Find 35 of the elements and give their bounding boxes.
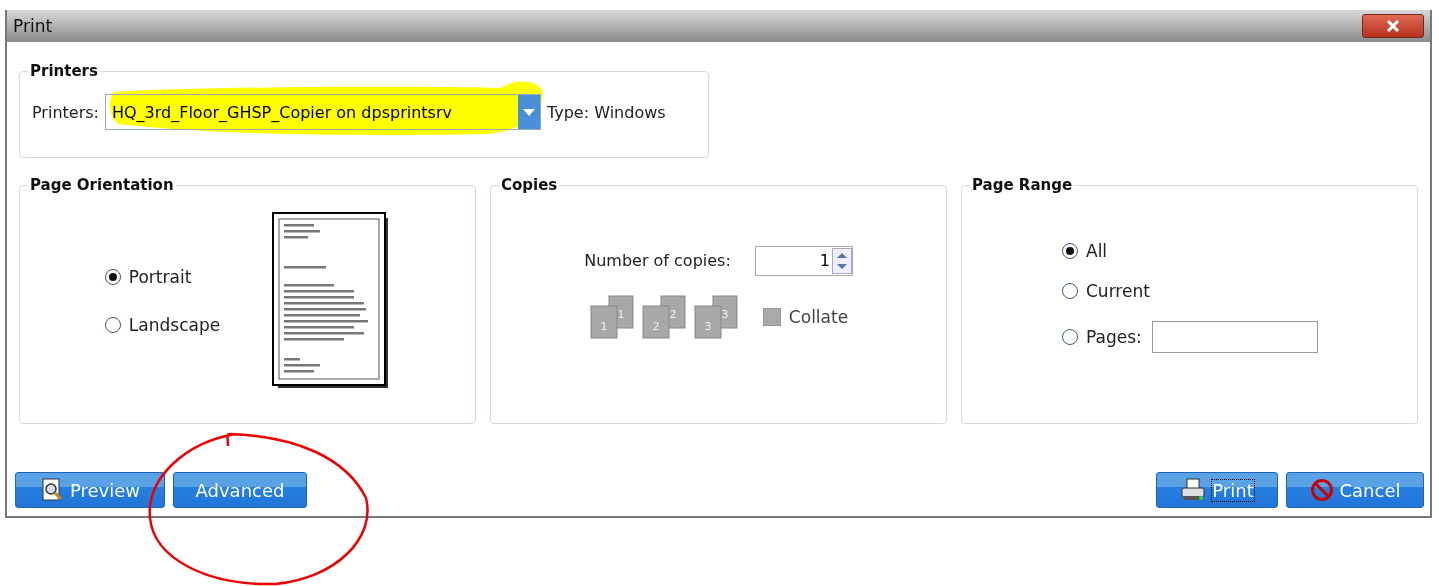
page-number: 2 xyxy=(652,319,660,333)
caret-down-icon xyxy=(522,108,535,116)
page-number: 3 xyxy=(721,307,729,321)
page-number: 1 xyxy=(600,319,608,333)
page-range-radio[interactable]: Pages: xyxy=(1062,326,1142,347)
window-title: Print xyxy=(13,16,53,36)
magnifier-page-icon xyxy=(39,478,64,502)
printers-label: Printers: xyxy=(32,102,99,122)
page-range-radio[interactable]: All xyxy=(1062,240,1108,261)
cancel-button[interactable]: Cancel xyxy=(1286,472,1424,508)
printer-dropdown[interactable]: HQ_3rd_Floor_GHSP_Copier on dpsprintsrv xyxy=(104,94,541,130)
print-button[interactable]: Print xyxy=(1156,472,1278,508)
copies-spinner[interactable]: 1 xyxy=(754,245,853,276)
spin-arrows-icon xyxy=(831,247,852,274)
copies-value: 1 xyxy=(818,251,831,270)
prohibited-icon xyxy=(1309,478,1334,502)
close-icon xyxy=(1386,20,1400,32)
copies-label: Number of copies: xyxy=(584,251,731,270)
orientation-radio[interactable]: Portrait xyxy=(104,266,221,287)
printer-value: HQ_3rd_Floor_GHSP_Copier on dpsprintsrv xyxy=(110,102,453,122)
orientation-radio[interactable]: Landscape xyxy=(104,314,221,335)
printer-icon xyxy=(1180,478,1207,502)
group-title: Copies xyxy=(500,176,559,194)
page-range-radio[interactable]: Current xyxy=(1062,280,1150,301)
advanced-button[interactable]: Advanced xyxy=(173,472,307,508)
group-title: Page Orientation xyxy=(29,176,175,194)
group-title: Printers xyxy=(29,62,99,80)
printer-type: Type: Windows xyxy=(546,102,666,122)
pages-field[interactable] xyxy=(1151,320,1318,353)
preview-button[interactable]: Preview xyxy=(15,472,165,508)
page-number: 2 xyxy=(669,307,677,321)
group-title: Page Range xyxy=(971,176,1074,194)
page-number: 3 xyxy=(704,319,712,333)
page-number: 1 xyxy=(617,307,625,321)
close-button[interactable] xyxy=(1362,14,1424,38)
